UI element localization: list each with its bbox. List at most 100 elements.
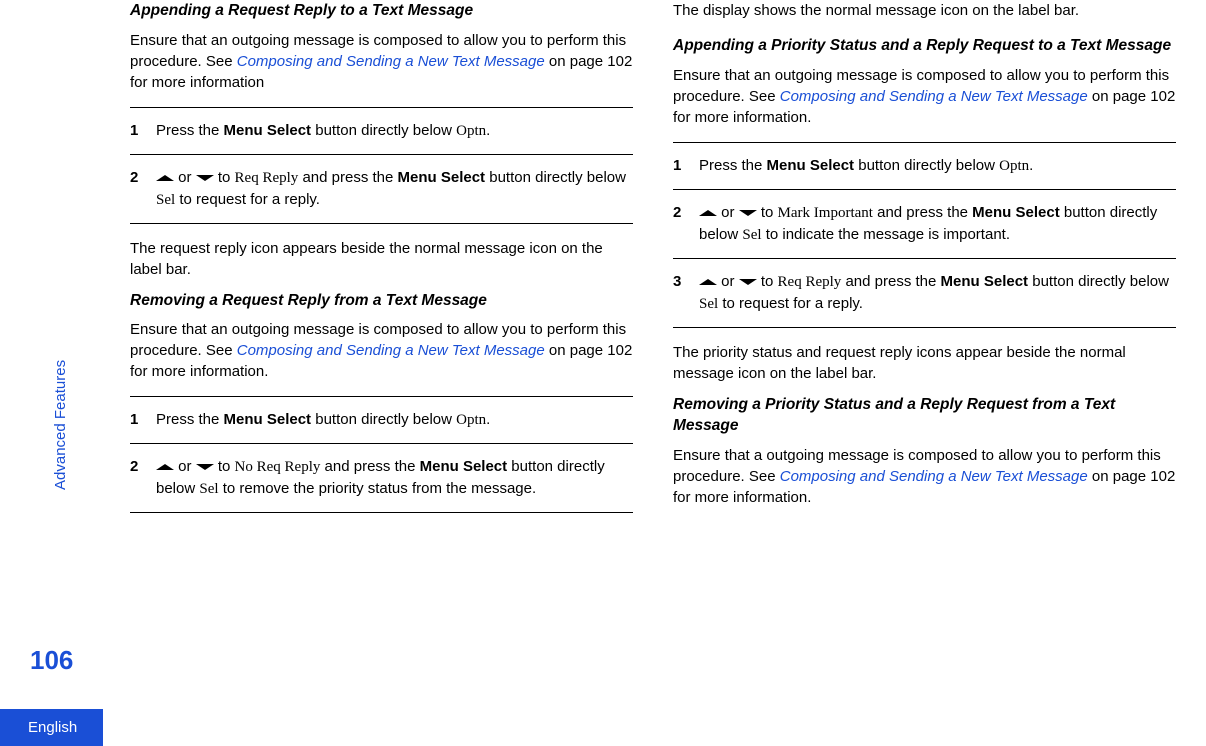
step-text: button directly below [311,122,456,139]
step-text: and press the [320,458,419,475]
step: 1 Press the Menu Select button directly … [130,107,633,155]
softkey-label: Optn [999,158,1029,174]
step-text: button directly below [485,169,626,186]
softkey-label: Sel [699,296,718,312]
step-text: . [1029,157,1033,174]
step-text: and press the [298,169,397,186]
up-arrow-icon [699,208,717,218]
softkey-label: Sel [742,227,761,243]
step-text: or [174,458,196,475]
intro-paragraph: Ensure that an outgoing message is compo… [130,30,633,93]
step-number: 1 [673,155,699,177]
step-text: or [174,169,196,186]
step-text: . [486,411,490,428]
step-text: or [717,204,739,221]
softkey-label: Optn [456,123,486,139]
softkey-label: Sel [199,481,218,497]
section-title: Removing a Request Reply from a Text Mes… [130,290,633,312]
step: 2 or to No Req Reply and press the Menu … [130,444,633,513]
step-number: 1 [130,409,156,431]
up-arrow-icon [699,277,717,287]
step-text: or [717,273,739,290]
result-paragraph: The priority status and request reply ic… [673,342,1176,384]
step-list: 1 Press the Menu Select button directly … [130,396,633,513]
step-number: 3 [673,271,699,315]
ui-element: Menu Select [972,204,1060,221]
down-arrow-icon [739,208,757,218]
step-text: Press the [156,411,224,428]
step: 3 or to Req Reply and press the Menu Sel… [673,259,1176,328]
down-arrow-icon [739,277,757,287]
menu-option: Req Reply [235,170,299,186]
step-body: or to Mark Important and press the Menu … [699,202,1176,246]
chapter-label: Advanced Features [50,360,71,490]
language-tab: English [0,709,103,746]
sidebar: Advanced Features 106 English [0,0,130,746]
ui-element: Menu Select [767,157,855,174]
down-arrow-icon [196,462,214,472]
result-paragraph: The display shows the normal message ico… [673,0,1176,21]
right-column: The display shows the normal message ico… [673,0,1176,746]
up-arrow-icon [156,173,174,183]
step: 2 or to Req Reply and press the Menu Sel… [130,155,633,224]
step: 2 or to Mark Important and press the Men… [673,190,1176,259]
menu-option: Mark Important [778,205,873,221]
cross-ref-link[interactable]: Composing and Sending a New Text Message [780,468,1088,485]
step-text: button directly below [311,411,456,428]
step-text: button directly below [1028,273,1169,290]
step-text: to request for a reply. [175,191,320,208]
step-body: or to No Req Reply and press the Menu Se… [156,456,633,500]
menu-option: Req Reply [778,274,842,290]
result-paragraph: The request reply icon appears beside th… [130,238,633,280]
ui-element: Menu Select [420,458,508,475]
ui-element: Menu Select [224,411,312,428]
step-body: Press the Menu Select button directly be… [156,120,633,142]
step-text: Press the [156,122,224,139]
step-number: 1 [130,120,156,142]
intro-paragraph: Ensure that an outgoing message is compo… [673,65,1176,128]
step-number: 2 [130,456,156,500]
softkey-label: Sel [156,192,175,208]
step-text: button directly below [854,157,999,174]
intro-paragraph: Ensure that a outgoing message is compos… [673,445,1176,508]
step-text: to request for a reply. [718,295,863,312]
step-list: 1 Press the Menu Select button directly … [130,107,633,224]
step-body: Press the Menu Select button directly be… [156,409,633,431]
step-text: and press the [841,273,940,290]
ui-element: Menu Select [398,169,486,186]
step-number: 2 [130,167,156,211]
step-text: to [757,273,778,290]
intro-paragraph: Ensure that an outgoing message is compo… [130,319,633,382]
cross-ref-link[interactable]: Composing and Sending a New Text Message [237,342,545,359]
section-title: Appending a Request Reply to a Text Mess… [130,0,633,22]
step-text: to remove the priority status from the m… [219,480,537,497]
step-body: Press the Menu Select button directly be… [699,155,1176,177]
step-text: to [757,204,778,221]
softkey-label: Optn [456,412,486,428]
step-text: and press the [873,204,972,221]
step-body: or to Req Reply and press the Menu Selec… [699,271,1176,315]
step-text: to [214,169,235,186]
section-title: Removing a Priority Status and a Reply R… [673,394,1176,437]
step: 1 Press the Menu Select button directly … [673,142,1176,190]
up-arrow-icon [156,462,174,472]
step: 1 Press the Menu Select button directly … [130,396,633,444]
cross-ref-link[interactable]: Composing and Sending a New Text Message [780,88,1088,105]
page: Advanced Features 106 English Appending … [0,0,1206,746]
ui-element: Menu Select [941,273,1029,290]
down-arrow-icon [196,173,214,183]
step-text: to [214,458,235,475]
step-list: 1 Press the Menu Select button directly … [673,142,1176,328]
left-column: Appending a Request Reply to a Text Mess… [130,0,633,746]
menu-option: No Req Reply [235,459,321,475]
content-columns: Appending a Request Reply to a Text Mess… [130,0,1206,746]
ui-element: Menu Select [224,122,312,139]
step-body: or to Req Reply and press the Menu Selec… [156,167,633,211]
section-title: Appending a Priority Status and a Reply … [673,35,1176,57]
step-text: to indicate the message is important. [762,226,1010,243]
step-number: 2 [673,202,699,246]
step-text: . [486,122,490,139]
page-number: 106 [30,642,73,678]
cross-ref-link[interactable]: Composing and Sending a New Text Message [237,53,545,70]
step-text: Press the [699,157,767,174]
